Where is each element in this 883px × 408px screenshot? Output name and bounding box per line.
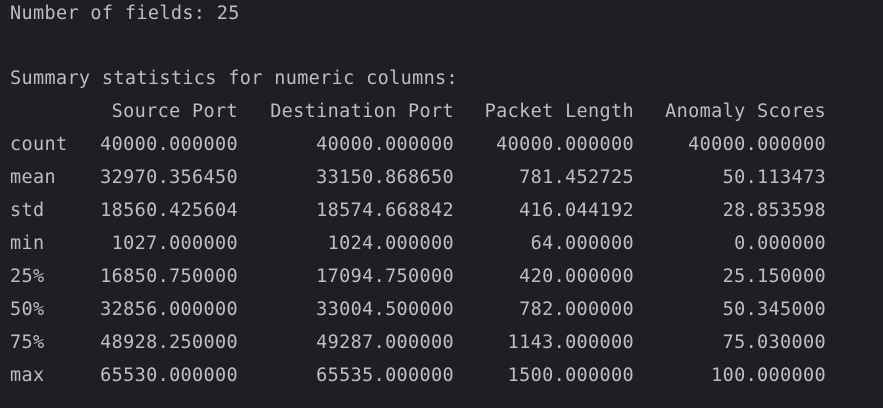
console-output: Number of fields: 25 Summary statistics … [0, 0, 883, 408]
cell-destination-port: 17094.750000 [316, 266, 454, 287]
cell-packet-length: 416.044192 [519, 200, 634, 221]
cell-source-port: 1027.000000 [111, 233, 238, 254]
table-row: mean 32970.356450 33150.868650 781.452725 50… [10, 166, 870, 190]
cell-anomaly-scores: 25.150000 [722, 266, 826, 287]
row-label: count [10, 134, 68, 155]
cell-packet-length: 1500.000000 [507, 365, 634, 386]
table-header-row: Source Port Destination Port Packet Leng… [10, 100, 870, 124]
cell-destination-port: 40000.000000 [316, 134, 454, 155]
cell-destination-port: 18574.668842 [316, 200, 454, 221]
cell-source-port: 32856.000000 [100, 299, 238, 320]
row-label: min [10, 233, 45, 254]
cell-packet-length: 40000.000000 [496, 134, 634, 155]
cell-anomaly-scores: 28.853598 [722, 200, 826, 221]
cell-anomaly-scores: 0.000000 [734, 233, 826, 254]
fields-count-line: Number of fields: 25 [10, 3, 240, 24]
cell-destination-port: 49287.000000 [316, 332, 454, 353]
cell-packet-length: 64.000000 [530, 233, 634, 254]
column-header-packet-length: Packet Length [484, 101, 634, 122]
table-row: max 65530.000000 65535.000000 1500.000000 10… [10, 364, 870, 388]
row-label: 75% [10, 332, 45, 353]
cell-destination-port: 33150.868650 [316, 167, 454, 188]
cell-anomaly-scores: 50.113473 [722, 167, 826, 188]
cell-anomaly-scores: 40000.000000 [688, 134, 826, 155]
column-header-anomaly-scores: Anomaly Scores [665, 101, 826, 122]
table-row: count 40000.000000 40000.000000 40000.00000… [10, 133, 870, 157]
row-label: std [10, 200, 45, 221]
cell-source-port: 40000.000000 [100, 134, 238, 155]
cell-anomaly-scores: 100.000000 [711, 365, 826, 386]
cell-source-port: 32970.356450 [100, 167, 238, 188]
cell-destination-port: 1024.000000 [327, 233, 454, 254]
table-row: 50% 32856.000000 33004.500000 782.000000 50.… [10, 298, 870, 322]
row-label: mean [10, 167, 56, 188]
row-label: 25% [10, 266, 45, 287]
cell-source-port: 48928.250000 [100, 332, 238, 353]
cell-anomaly-scores: 50.345000 [722, 299, 826, 320]
summary-title: Summary statistics for numeric columns: [10, 68, 459, 89]
row-label: max [10, 365, 45, 386]
cell-source-port: 65530.000000 [100, 365, 238, 386]
cell-destination-port: 33004.500000 [316, 299, 454, 320]
cell-packet-length: 1143.000000 [507, 332, 634, 353]
cell-packet-length: 420.000000 [519, 266, 634, 287]
table-row: min 1027.000000 1024.000000 64.000000 0.0000… [10, 232, 870, 256]
table-row: 75% 48928.250000 49287.000000 1143.000000 75… [10, 331, 870, 355]
cell-packet-length: 781.452725 [519, 167, 634, 188]
row-label: 50% [10, 299, 45, 320]
cell-anomaly-scores: 75.030000 [722, 332, 826, 353]
cell-source-port: 18560.425604 [100, 200, 238, 221]
cell-source-port: 16850.750000 [100, 266, 238, 287]
column-header-source-port: Source Port [111, 101, 238, 122]
table-row: std 18560.425604 18574.668842 416.044192 28.… [10, 199, 870, 223]
column-header-destination-port: Destination Port [270, 101, 454, 122]
table-row: 25% 16850.750000 17094.750000 420.000000 25.… [10, 265, 870, 289]
cell-packet-length: 782.000000 [519, 299, 634, 320]
cell-destination-port: 65535.000000 [316, 365, 454, 386]
